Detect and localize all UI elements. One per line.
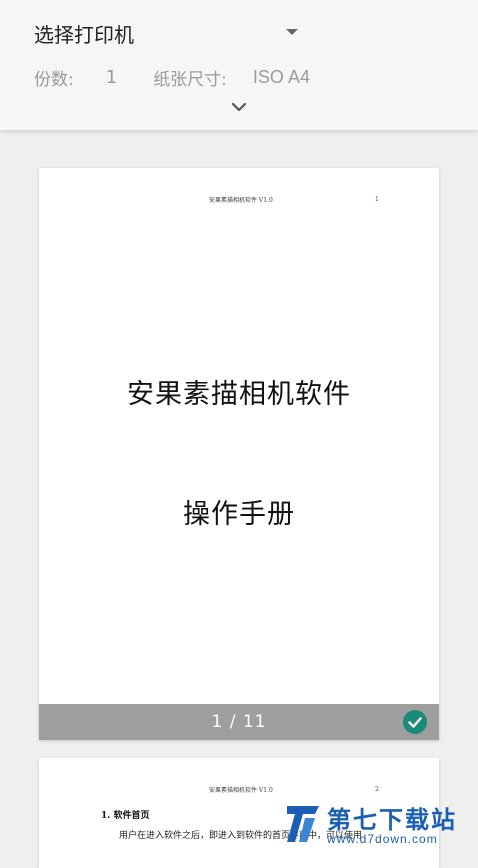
page-running-header: 安果素描相机软件 V1.0 [209, 787, 273, 794]
chevron-down-icon[interactable] [230, 100, 248, 114]
printer-select-label: 选择打印机 [34, 22, 134, 47]
page-indicator: 1 / 11 [211, 712, 267, 732]
copies-label: 份数: [34, 69, 74, 90]
section-heading: 1. 软件首页 [101, 811, 150, 821]
dropdown-arrow-icon [286, 29, 298, 35]
print-settings-panel: 选择打印机 份数: 1 纸张尺寸: ISO A4 [0, 0, 478, 130]
paper-size-label: 纸张尺寸: [153, 69, 227, 90]
document-subtitle: 操作手册 [183, 499, 295, 530]
paper-size-value: ISO A4 [252, 66, 310, 87]
page-number: 2 [375, 786, 379, 793]
watermark-url: www.d7down.com [327, 832, 438, 846]
page-running-header: 安果素描相机软件 V1.0 [209, 197, 273, 204]
page-number: 1 [375, 196, 379, 203]
document-title: 安果素描相机软件 [127, 379, 351, 410]
site-watermark: 第七下载站 www.d7down.com [285, 800, 475, 848]
print-options-summary: 份数: 1 纸张尺寸: ISO A4 [34, 64, 310, 90]
printer-select-dropdown[interactable]: 选择打印机 [34, 16, 304, 50]
copies-value: 1 [105, 66, 118, 88]
watermark-logo-icon [287, 806, 319, 842]
check-circle-icon[interactable] [403, 710, 427, 734]
page-preview-1[interactable]: 安果素描相机软件 V1.0 1 安果素描相机软件 操作手册 1 / 11 [39, 168, 439, 740]
page-footer-bar: 1 / 11 [39, 704, 439, 740]
watermark-brand: 第七下载站 [327, 806, 457, 834]
